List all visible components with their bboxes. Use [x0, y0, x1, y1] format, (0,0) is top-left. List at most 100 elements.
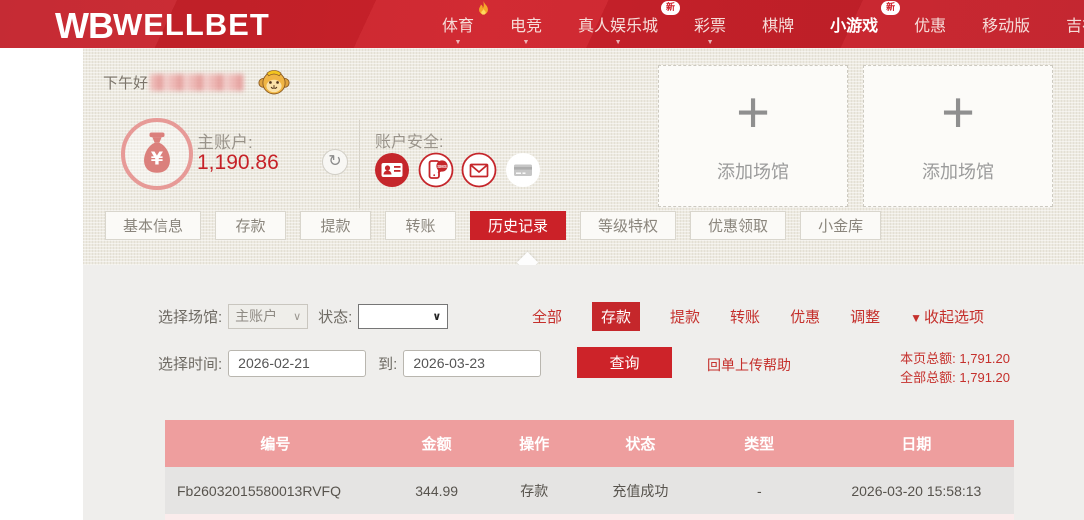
cell-status: 充值成功	[580, 467, 700, 514]
tab-vip-privileges[interactable]: 等级特权	[580, 211, 677, 240]
username-blurred	[150, 73, 245, 91]
receipt-upload-help-link[interactable]: 回单上传帮助	[707, 355, 791, 375]
status-select-label: 状态:	[318, 308, 353, 326]
cell-date: 2026-03-20 15:58:13	[818, 467, 1014, 514]
nav-item-esports[interactable]: 电竞 ▼	[492, 0, 560, 48]
bank-card-icon[interactable]	[505, 152, 541, 188]
type-link-transfer[interactable]: 转账	[730, 306, 760, 327]
plus-icon: +	[941, 80, 975, 145]
header-operation: 操作	[487, 420, 581, 467]
type-link-withdraw[interactable]: 提款	[670, 306, 700, 327]
money-bag-icon: ¥	[121, 118, 193, 190]
all-total-label: 全部总额:	[900, 370, 956, 385]
nav-item-mini-games[interactable]: 小游戏 新	[812, 0, 901, 48]
main-menu: 体育 ▼ 电竞 ▼ 真人娱乐城 新 ▼ 彩票 ▼ 棋牌 小游戏 新 优惠 移动版…	[424, 0, 1084, 48]
nav-item-live-casino[interactable]: 真人娱乐城 新 ▼	[560, 0, 681, 48]
status-select[interactable]: ∨	[358, 303, 449, 329]
table-header-row: 编号 金额 操作 状态 类型 日期	[165, 420, 1014, 467]
wellbet-logo[interactable]: WBWELLBET	[55, 5, 270, 47]
time-select-label: 选择时间:	[158, 355, 223, 373]
nav-item-lottery[interactable]: 彩票 ▼	[676, 0, 744, 48]
add-venue-box[interactable]: + 添加场馆	[658, 65, 848, 207]
tab-basic-info[interactable]: 基本信息	[105, 211, 202, 240]
type-link-adjust[interactable]: 调整	[850, 306, 880, 327]
account-balance: 1,190.86	[197, 151, 279, 174]
date-to-input[interactable]	[403, 349, 542, 377]
next-row-partial	[165, 514, 1014, 520]
nav-item-label: 电竞	[510, 18, 543, 35]
chevron-down-icon: ▼	[454, 39, 462, 46]
all-total-value: 1,791.20	[959, 370, 1010, 385]
email-icon[interactable]	[461, 152, 497, 188]
tab-deposit[interactable]: 存款	[215, 211, 287, 240]
header-date: 日期	[818, 420, 1014, 467]
phone-sms-icon[interactable]: SMS	[418, 152, 454, 188]
add-venue-label: 添加场馆	[717, 162, 789, 182]
add-venue-box[interactable]: + 添加场馆	[863, 65, 1053, 207]
id-card-icon[interactable]	[374, 152, 410, 188]
collapse-options-link[interactable]: ▼ 收起选项	[910, 306, 984, 327]
tab-withdraw[interactable]: 提款	[300, 211, 372, 240]
tab-vault[interactable]: 小金库	[800, 211, 882, 240]
totals-block: 本页总额: 1,791.20 全部总额: 1,791.20	[900, 349, 1010, 387]
collapse-options-label: 收起选项	[923, 308, 984, 326]
account-tabs: 基本信息 存款 提款 转账 历史记录 等级特权 优惠领取 小金库	[105, 211, 882, 240]
greeting-text: 下午好	[103, 74, 149, 92]
history-section: 选择场馆: 主账户 ∨ 状态: ∨ 全部 存款 提款 转账 优惠 调整 ▼ 收起选…	[83, 265, 1084, 520]
to-label: 到:	[378, 355, 398, 373]
search-button[interactable]: 查询	[577, 347, 672, 378]
greeting-row: 下午好	[103, 64, 290, 100]
type-link-promo[interactable]: 优惠	[790, 306, 820, 327]
cell-operation: 存款	[487, 467, 581, 514]
table-row: Fb26032015580013RVFQ 344.99 存款 充值成功 - 20…	[165, 467, 1014, 514]
chevron-down-icon: ▼	[706, 39, 714, 46]
header-type: 类型	[699, 420, 819, 467]
nav-item-label: 真人娱乐城	[578, 18, 659, 35]
page-total-line: 本页总额: 1,791.20	[900, 349, 1010, 368]
page-total-value: 1,791.20	[959, 351, 1010, 366]
account-security-label: 账户安全:	[375, 134, 444, 151]
nav-item-label: 移动版	[982, 18, 1031, 35]
fire-icon	[477, 1, 490, 17]
header-amount: 金额	[385, 420, 488, 467]
cell-amount: 344.99	[385, 467, 488, 514]
chevron-down-icon: ∨	[432, 310, 442, 323]
header-id: 编号	[165, 420, 386, 467]
chevron-down-icon: ∨	[293, 310, 302, 323]
tab-transfer[interactable]: 转账	[385, 211, 457, 240]
top-navbar: WBWELLBET 体育 ▼ 电竞 ▼ 真人娱乐城 新 ▼ 彩票 ▼ 棋牌 小游…	[0, 0, 1084, 48]
add-venue-label: 添加场馆	[922, 162, 994, 182]
refresh-balance-button[interactable]: ↻	[322, 149, 348, 175]
account-panel: 下午好 ¥ 主账户: 1,190.86 ↻ 账户安全: SMS + 添加场馆 +…	[83, 48, 1084, 265]
monkey-avatar	[258, 66, 290, 98]
type-link-deposit[interactable]: 存款	[592, 301, 641, 331]
tab-history[interactable]: 历史记录	[470, 211, 567, 240]
nav-item-label: 棋牌	[762, 18, 795, 35]
nav-item-sports[interactable]: 体育 ▼	[424, 0, 492, 48]
header-status: 状态	[580, 420, 700, 467]
divider	[359, 120, 360, 208]
cell-transaction-id: Fb26032015580013RVFQ	[165, 467, 386, 514]
page-total-label: 本页总额:	[900, 351, 956, 366]
nav-item-jixiang[interactable]: 吉祥	[1048, 0, 1084, 48]
venue-select-label: 选择场馆:	[158, 308, 223, 326]
chevron-down-icon: ▼	[614, 39, 622, 46]
cell-type: -	[699, 467, 819, 514]
nav-item-board-games[interactable]: 棋牌	[744, 0, 812, 48]
filter-row-dates: 选择时间: 到:	[158, 349, 542, 377]
nav-item-promotions[interactable]: 优惠	[896, 0, 964, 48]
venue-select-value: 主账户	[235, 308, 278, 324]
nav-item-label: 小游戏	[830, 18, 879, 35]
chevron-down-icon: ▼	[522, 39, 530, 46]
date-from-input[interactable]	[228, 349, 367, 377]
logo-monogram: WB	[55, 5, 114, 46]
type-link-all[interactable]: 全部	[532, 306, 562, 327]
nav-item-label: 彩票	[694, 18, 727, 35]
all-total-line: 全部总额: 1,791.20	[900, 368, 1010, 387]
history-table: 编号 金额 操作 状态 类型 日期 Fb26032015580013RVFQ 3…	[165, 420, 1014, 514]
tab-promo-claim[interactable]: 优惠领取	[690, 211, 787, 240]
plus-icon: +	[736, 80, 770, 145]
venue-select[interactable]: 主账户 ∨	[228, 303, 309, 329]
svg-text:¥: ¥	[151, 148, 164, 169]
nav-item-mobile[interactable]: 移动版	[964, 0, 1048, 48]
